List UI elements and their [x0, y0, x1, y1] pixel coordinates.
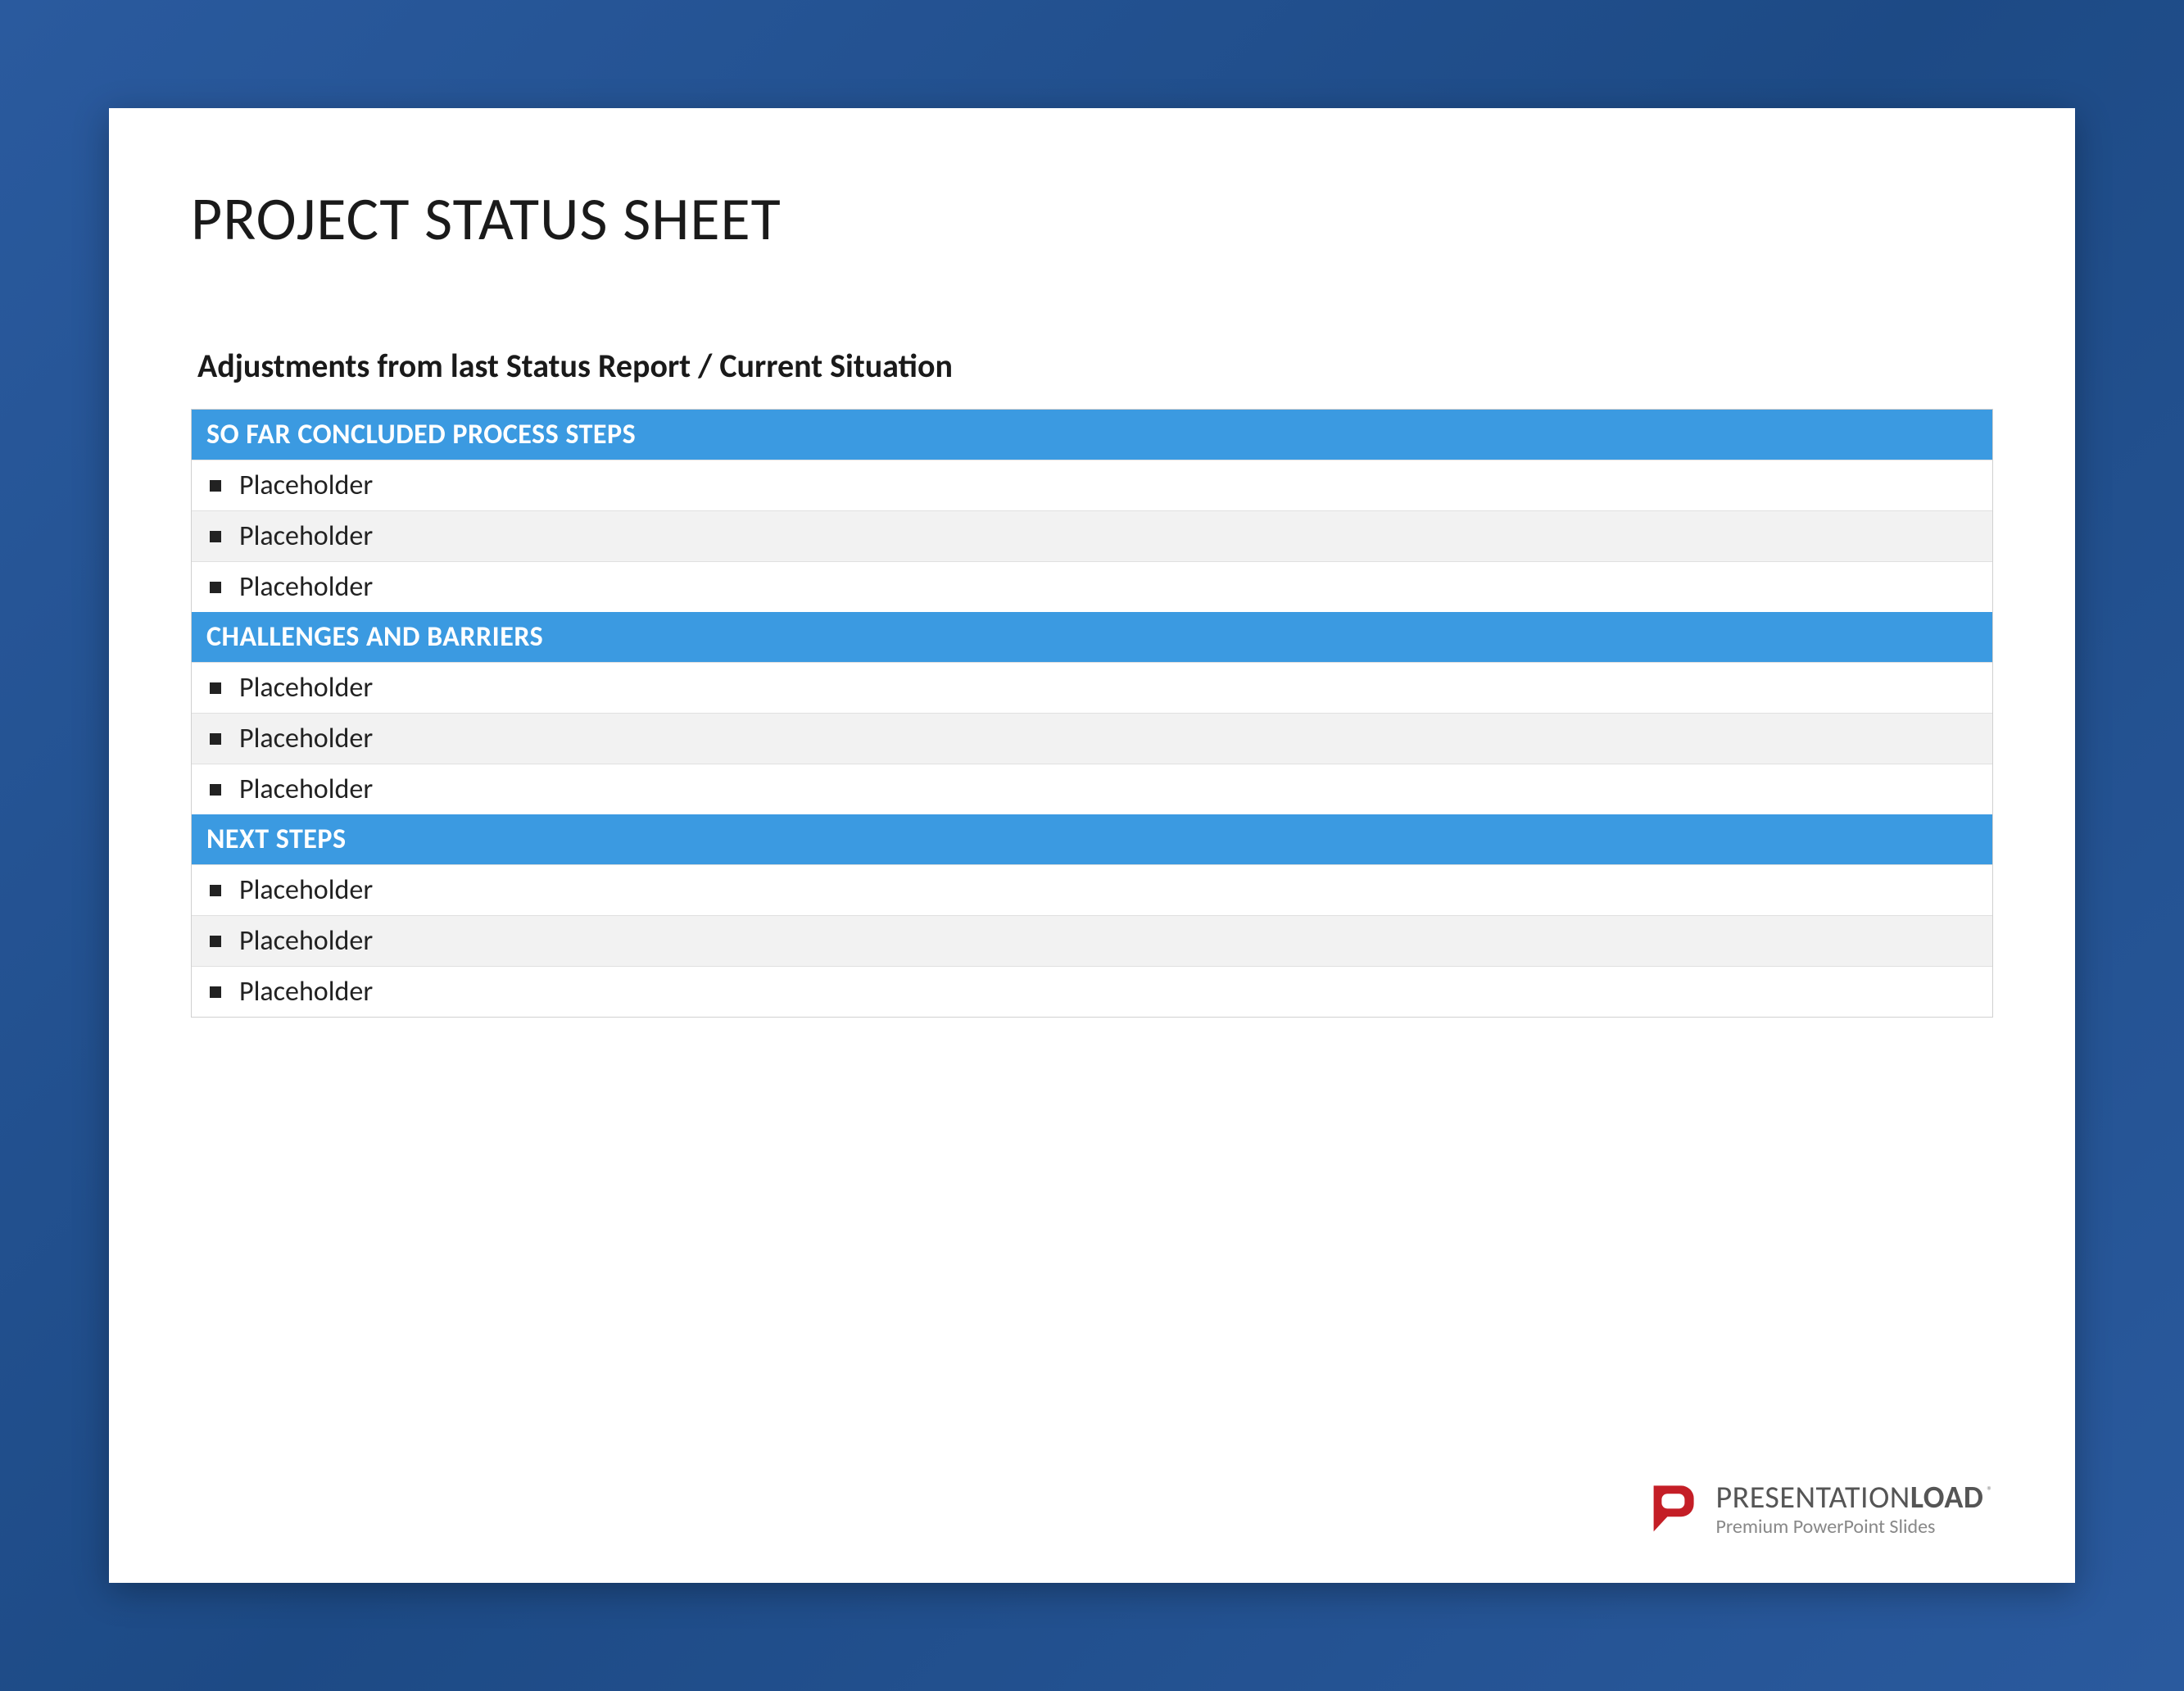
bullet-icon [210, 682, 221, 694]
table-row: Placeholder [192, 713, 1992, 764]
registered-mark: ® [1987, 1485, 1993, 1498]
brand-tagline: Premium PowerPoint Slides [1715, 1516, 1993, 1537]
page-subtitle: Adjustments from last Status Report / Cu… [191, 346, 1993, 386]
bullet-icon [210, 936, 221, 947]
row-text: Placeholder [239, 671, 373, 705]
table-row: Placeholder [192, 764, 1992, 814]
bullet-icon [210, 986, 221, 998]
brand-name: PRESENTATIONLOAD® [1715, 1482, 1993, 1515]
table-row: Placeholder [192, 561, 1992, 612]
brand-logo: PRESENTATIONLOAD® Premium PowerPoint Sli… [1643, 1479, 1993, 1537]
slide: PROJECT STATUS SHEET Adjustments from la… [109, 108, 2075, 1583]
row-text: Placeholder [239, 773, 373, 806]
bullet-icon [210, 480, 221, 492]
table-row: Placeholder [192, 510, 1992, 561]
bullet-icon [210, 582, 221, 593]
bullet-icon [210, 733, 221, 745]
row-text: Placeholder [239, 519, 373, 553]
table-row: Placeholder [192, 460, 1992, 510]
bullet-icon [210, 784, 221, 796]
bullet-icon [210, 531, 221, 542]
row-text: Placeholder [239, 570, 373, 604]
brand-name-part1: PRESENTATION [1715, 1482, 1910, 1515]
row-text: Placeholder [239, 873, 373, 907]
table-row: Placeholder [192, 864, 1992, 915]
table-row: Placeholder [192, 966, 1992, 1017]
section-header: SO FAR CONCLUDED PROCESS STEPS [192, 410, 1992, 460]
bullet-icon [210, 885, 221, 896]
status-table: SO FAR CONCLUDED PROCESS STEPS Placehold… [191, 409, 1993, 1018]
brand-logo-icon [1643, 1479, 1701, 1536]
brand-name-part2: LOAD [1910, 1482, 1984, 1515]
row-text: Placeholder [239, 924, 373, 958]
table-row: Placeholder [192, 915, 1992, 966]
row-text: Placeholder [239, 722, 373, 755]
section-header: NEXT STEPS [192, 814, 1992, 864]
page-title: PROJECT STATUS SHEET [191, 182, 1993, 256]
section-header: CHALLENGES AND BARRIERS [192, 612, 1992, 662]
table-row: Placeholder [192, 662, 1992, 713]
row-text: Placeholder [239, 469, 373, 502]
row-text: Placeholder [239, 975, 373, 1009]
